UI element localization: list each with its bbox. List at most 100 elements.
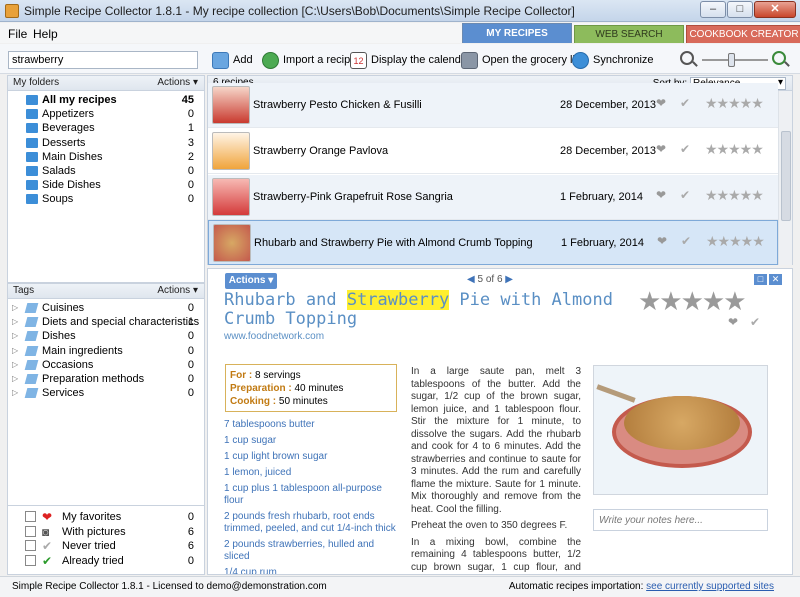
filter-favorites[interactable]: ❤ My favorites 0 [8,510,204,525]
expand-arrow-icon[interactable]: ▷ [12,360,18,369]
filter-already-tried[interactable]: ✔ Already tried 0 [8,554,204,569]
recipe-thumbnail [213,224,251,262]
check-icon: ✔ [42,539,53,553]
folder-icon [26,137,38,148]
ingredient-item: 7 tablespoons butter [224,419,315,430]
expand-arrow-icon[interactable]: ▷ [12,388,18,397]
rating-stars[interactable]: ★★★★★ [705,141,764,158]
add-label: Add [233,54,253,66]
folder-item[interactable]: Beverages 1 [8,121,204,135]
zoom-slider[interactable] [728,53,735,67]
restore-icon[interactable]: □ [754,274,767,285]
supported-sites-link[interactable]: see currently supported sites [646,581,774,592]
folder-icon [26,194,38,205]
folder-item[interactable]: Soups 0 [8,192,204,206]
tab-cookbook-creator[interactable]: COOKBOOK CREATOR [686,25,800,43]
folder-icon [26,151,38,162]
search-input[interactable] [8,51,198,69]
recipe-row[interactable]: Strawberry Orange Pavlova 28 December, 2… [208,129,778,174]
tags-title: Tags [13,285,35,296]
tag-icon [24,317,39,328]
ingredient-item: 1 cup plus 1 tablespoon all-purpose flou… [224,483,382,506]
tags-actions-button[interactable]: Actions ▾ [157,285,198,296]
calendar-button[interactable]: 12 Display the calendar [350,50,471,70]
toolbar: Add Import a recipe 12 Display the calen… [0,44,800,74]
menu-help[interactable]: Help [33,27,58,41]
tag-item[interactable]: ▷ Dishes 0 [8,329,204,343]
cart-icon [461,51,478,69]
recipe-row[interactable]: Strawberry Pesto Chicken & Fusilli 28 De… [208,83,778,128]
favorite-heart-icon[interactable]: ❤ [656,96,666,110]
tag-item[interactable]: ▷ Main ingredients 0 [8,344,204,358]
zoom-control [680,51,790,69]
tag-item[interactable]: ▷ Services 0 [8,386,204,400]
folders-actions-button[interactable]: Actions ▾ [157,77,198,88]
rating-stars[interactable]: ★★★★★ [705,95,764,112]
recipe-source-link[interactable]: www.foodnetwork.com [224,331,324,342]
checkbox[interactable] [25,525,36,537]
tried-check-icon[interactable]: ✔ [750,315,760,329]
folder-item[interactable]: Main Dishes 2 [8,150,204,164]
tried-check-icon[interactable]: ✔ [681,234,691,248]
detail-actions-button[interactable]: Actions ▾ [225,273,277,289]
tried-check-icon[interactable]: ✔ [680,96,690,110]
importation-status: Automatic recipes importation: see curre… [508,581,774,592]
grocery-button[interactable]: Open the grocery list [461,50,584,70]
ingredient-item: 2 pounds strawberries, hulled and sliced [224,539,375,562]
folder-icon [26,95,38,105]
folder-item[interactable]: Salads 0 [8,164,204,178]
favorite-heart-icon[interactable]: ❤ [657,234,667,248]
tag-item[interactable]: ▷ Diets and special characteristics 1 [8,315,204,329]
tag-icon [24,303,39,313]
favorite-heart-icon[interactable]: ❤ [728,315,738,329]
tab-web-search[interactable]: WEB SEARCH [574,25,684,43]
maximize-button[interactable]: □ [727,1,753,18]
expand-arrow-icon[interactable]: ▷ [12,303,18,312]
tab-my-recipes[interactable]: MY RECIPES [462,23,572,43]
left-panel: My folders Actions ▾ All my recipes 45 Ap… [7,75,205,575]
expand-arrow-icon[interactable]: ▷ [12,317,18,326]
checkbox[interactable] [25,511,36,522]
zoom-in-icon[interactable] [772,51,786,65]
favorite-heart-icon[interactable]: ❤ [656,188,666,202]
checkbox[interactable] [25,540,36,551]
menu-file[interactable]: File [8,27,27,41]
folder-item[interactable]: All my recipes 45 [8,93,204,107]
recipe-row[interactable]: Strawberry-Pink Grapefruit Rose Sangria … [208,175,778,220]
previous-arrow-icon[interactable]: ◀ [467,274,475,285]
tag-list: ▷ Cuisines 0 ▷ Diets and special characteri… [7,299,205,514]
add-button[interactable]: Add [212,50,253,70]
folder-item[interactable]: Appetizers 0 [8,107,204,121]
rating-stars[interactable]: ★★★★★ [706,233,765,250]
zoom-out-icon[interactable] [680,51,694,65]
tag-item[interactable]: ▷ Preparation methods 0 [8,372,204,386]
tag-item[interactable]: ▷ Occasions 0 [8,358,204,372]
close-detail-icon[interactable]: ✕ [769,274,782,285]
expand-arrow-icon[interactable]: ▷ [12,331,18,340]
scrollbar-thumb[interactable] [781,131,791,221]
next-arrow-icon[interactable]: ▶ [505,274,513,285]
favorite-heart-icon[interactable]: ❤ [656,142,666,156]
notes-input[interactable]: Write your notes here... [593,509,768,531]
close-button[interactable]: ✕ [754,1,796,18]
filter-never-tried[interactable]: ✔ Never tried 6 [8,539,204,554]
expand-arrow-icon[interactable]: ▷ [12,374,18,383]
import-button[interactable]: Import a recipe [262,50,356,70]
recipe-row-selected[interactable]: Rhubarb and Strawberry Pie with Almond C… [208,220,778,265]
minimize-button[interactable]: – [700,1,726,18]
tag-icon [24,359,39,370]
filter-with-pictures[interactable]: ◙ With pictures 6 [8,525,204,540]
folder-item[interactable]: Desserts 3 [8,136,204,150]
tried-check-icon[interactable]: ✔ [680,142,690,156]
detail-rating-stars[interactable]: ★★★★★ [638,286,747,317]
sync-icon [572,51,589,69]
checkbox[interactable] [25,554,36,566]
tag-item[interactable]: ▷ Cuisines 0 [8,301,204,315]
recipe-meta: For : 8 servings Preparation : 40 minute… [225,364,397,412]
expand-arrow-icon[interactable]: ▷ [12,346,18,355]
sync-button[interactable]: Synchronize [572,50,654,70]
results-scrollbar[interactable] [778,91,792,265]
folder-item[interactable]: Side Dishes 0 [8,178,204,192]
tried-check-icon[interactable]: ✔ [680,188,690,202]
rating-stars[interactable]: ★★★★★ [705,187,764,204]
